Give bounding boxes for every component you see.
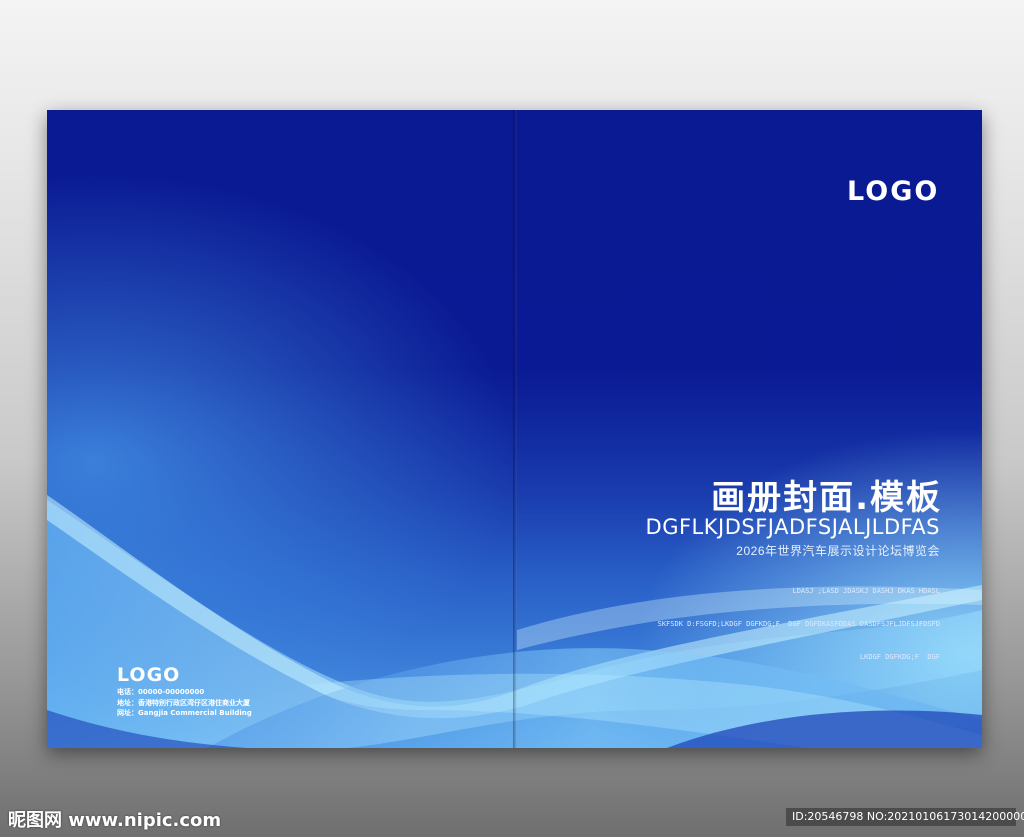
- small-text-line: LKDGF DGFKDG;F DGF: [859, 653, 940, 661]
- website-line: 网址：Gangjia Commercial Building: [117, 709, 252, 717]
- phone-line: 电话：00000-00000000: [117, 688, 205, 696]
- small-text-line: LDASJ ;LASD JDASKJ DASHJ DKAS HDASL: [792, 587, 940, 595]
- small-text-line: SKFSDK D:FSGFD;LKDGF DGFKDG;F DGF DGFDKA…: [657, 620, 940, 628]
- back-contact-info: 电话：00000-00000000 地址：香港特别行政区湾仔区港住商业大厦 网址…: [117, 687, 252, 719]
- front-subtitle: DGFLKJDSFJADFSJALJLDFAS: [645, 515, 940, 539]
- spine-fold: [513, 110, 517, 748]
- brochure-cover-spread: LOGO 画册封面.模板 DGFLKJDSFJADFSJALJLDFAS 202…: [47, 110, 982, 748]
- front-small-text: LDASJ ;LASD JDASKJ DASHJ DKAS HDASL SKFS…: [658, 564, 940, 685]
- back-logo: LOGO: [117, 664, 181, 686]
- site-watermark: 昵图网 www.nipic.com: [8, 810, 222, 831]
- front-title: 画册封面.模板: [711, 478, 942, 518]
- front-logo: LOGO: [847, 176, 940, 207]
- image-id-bar: ID:20546798 NO:20210106173014200000: [786, 808, 1024, 826]
- front-event-line: 2026年世界汽车展示设计论坛博览会: [736, 544, 940, 558]
- address-line: 地址：香港特别行政区湾仔区港住商业大厦: [117, 698, 250, 707]
